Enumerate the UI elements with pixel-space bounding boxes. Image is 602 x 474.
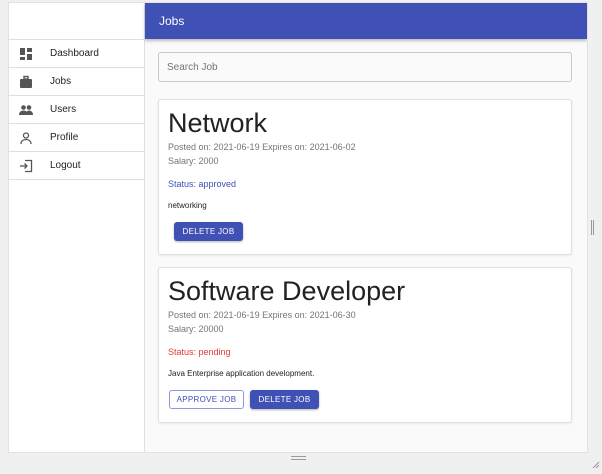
sidebar-item-label: Users	[50, 104, 77, 115]
job-status: Status: approved	[168, 179, 237, 189]
job-title: Network	[168, 108, 268, 138]
job-title: Software Developer	[168, 276, 406, 306]
sidebar-header	[9, 3, 144, 40]
job-dates: Posted on: 2021-06-19 Expires on: 2021-0…	[168, 142, 356, 152]
delete-job-button[interactable]: DELETE JOB	[174, 222, 243, 241]
main-content: Network Posted on: 2021-06-19 Expires on…	[145, 39, 587, 452]
sidebar-item-label: Dashboard	[50, 48, 99, 59]
sidebar-item-label: Logout	[50, 160, 81, 171]
app-window: Dashboard Jobs Users Profile Logout Jobs…	[9, 3, 587, 452]
dashboard-icon	[19, 47, 33, 61]
person-icon	[19, 131, 33, 145]
logout-icon	[19, 159, 33, 173]
sidebar-item-profile[interactable]: Profile	[9, 124, 144, 152]
sidebar-item-logout[interactable]: Logout	[9, 152, 144, 180]
sidebar-item-label: Profile	[50, 132, 79, 143]
job-description: networking	[168, 201, 207, 210]
sidebar-item-dashboard[interactable]: Dashboard	[9, 40, 144, 68]
job-salary: Salary: 2000	[168, 156, 219, 166]
job-card: Software Developer Posted on: 2021-06-19…	[158, 267, 572, 423]
resize-grip-icon[interactable]	[590, 456, 600, 469]
sidebar-item-users[interactable]: Users	[9, 96, 144, 124]
briefcase-icon	[19, 75, 33, 89]
job-status: Status: pending	[168, 347, 231, 357]
resize-handle-right[interactable]	[591, 220, 594, 235]
sidebar-item-label: Jobs	[50, 76, 72, 87]
page-title: Jobs	[159, 14, 185, 28]
sidebar-item-jobs[interactable]: Jobs	[9, 68, 144, 96]
approve-job-button[interactable]: APPROVE JOB	[169, 390, 244, 409]
app-bar: Jobs	[145, 3, 587, 39]
users-icon	[19, 103, 33, 117]
resize-handle-bottom[interactable]	[291, 456, 306, 460]
job-salary: Salary: 20000	[168, 324, 224, 334]
job-card: Network Posted on: 2021-06-19 Expires on…	[158, 99, 572, 255]
sidebar: Dashboard Jobs Users Profile Logout	[9, 3, 145, 452]
job-dates: Posted on: 2021-06-19 Expires on: 2021-0…	[168, 310, 356, 320]
job-description: Java Enterprise application development.	[168, 369, 315, 378]
search-input[interactable]	[158, 52, 572, 82]
delete-job-button[interactable]: DELETE JOB	[250, 390, 319, 409]
